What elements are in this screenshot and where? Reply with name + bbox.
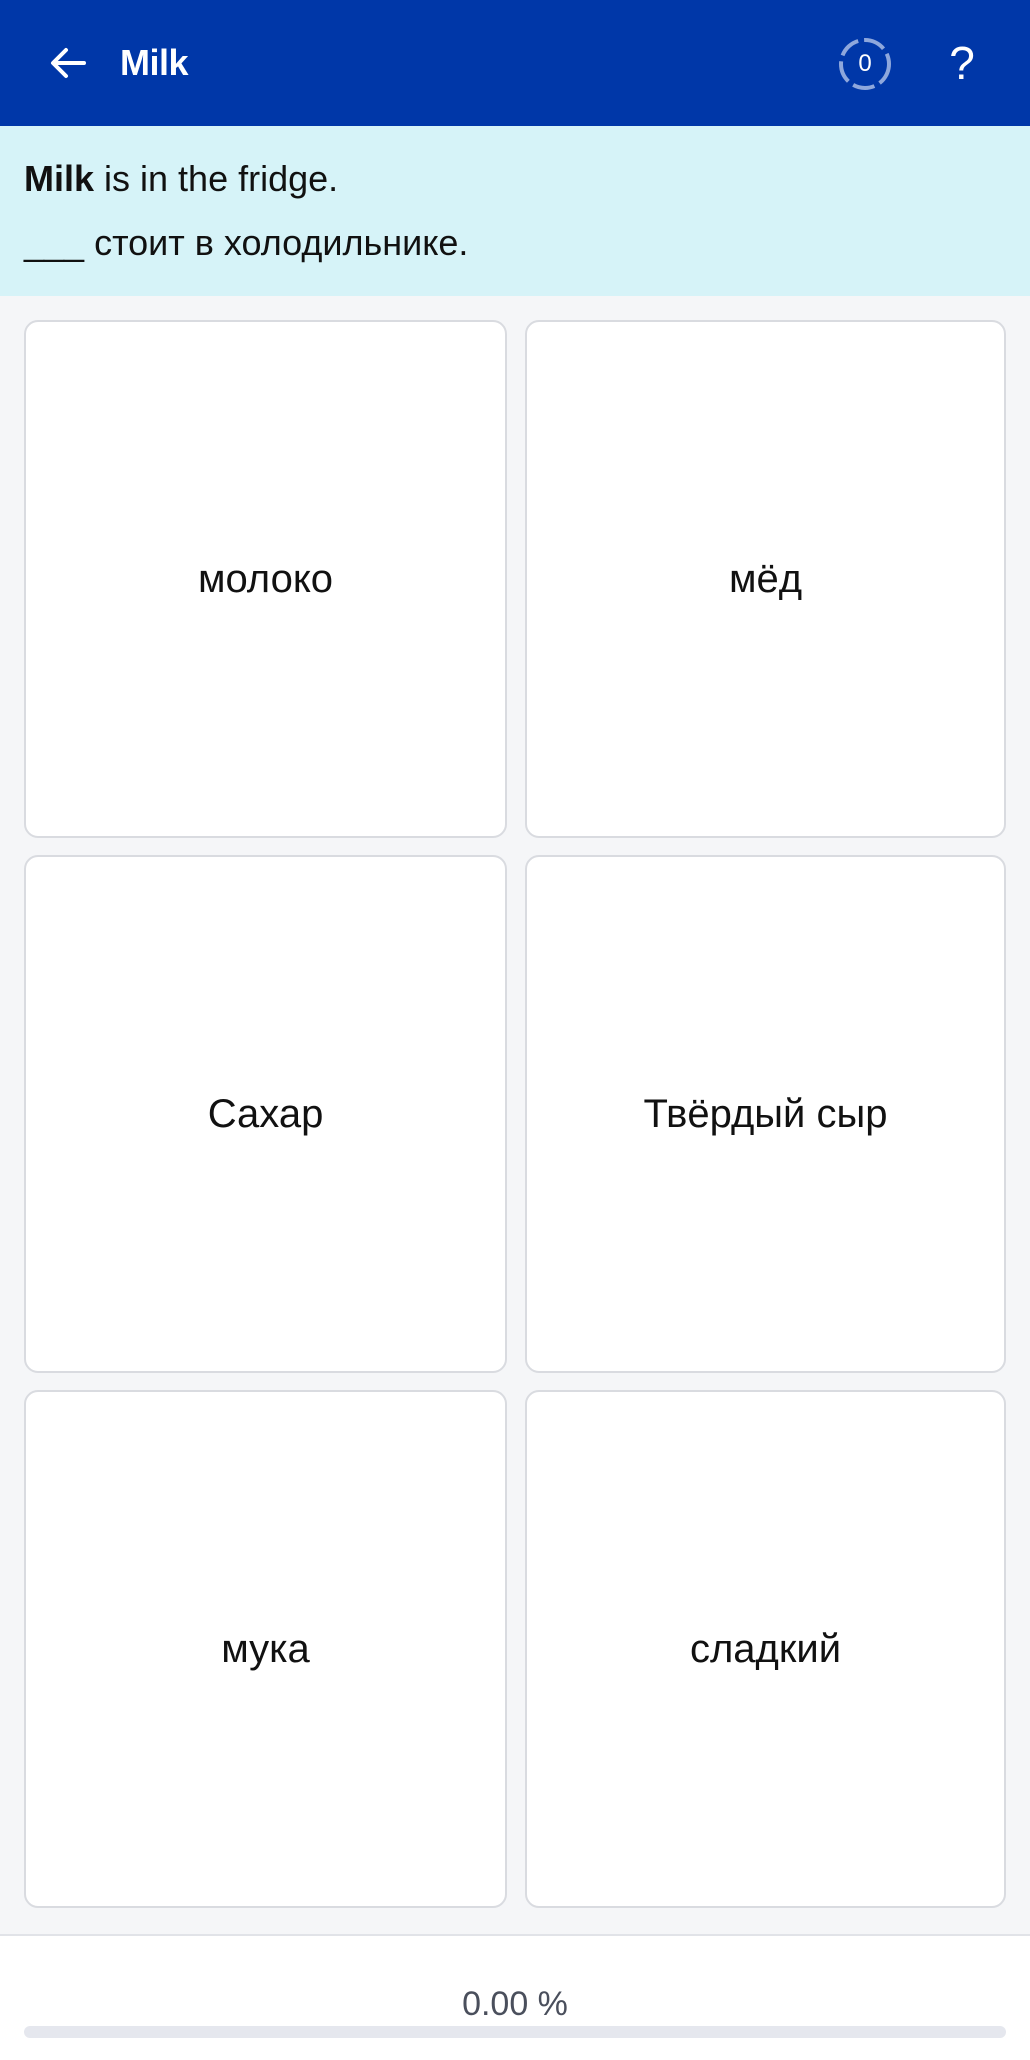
answer-option[interactable]: Твёрдый сыр [525,855,1006,1373]
progress-percent: 0.00 % [462,1985,568,2023]
back-button[interactable] [40,33,96,93]
top-app-bar: Milk 0 ? [0,0,1030,126]
sentence-rest: is in the fridge. [94,158,339,199]
answer-option[interactable]: мука [24,1390,507,1908]
translation-sentence: ___ стоит в холодильнике. [24,220,468,266]
page-title: Milk [120,42,189,83]
english-sentence: Milk is in the fridge. [24,156,338,202]
answer-option[interactable]: Сахар [24,855,507,1373]
progress-footer: 0.00 % [0,1934,1030,2060]
answer-option[interactable]: сладкий [525,1390,1006,1908]
help-button[interactable]: ? [934,32,990,94]
score-count: 0 [858,50,872,77]
target-word: Milk [24,158,95,199]
blank-placeholder: ___ [24,222,85,263]
arrow-left-icon [51,48,86,78]
answer-option[interactable]: мёд [525,320,1006,838]
progress-bar [24,2026,1006,2038]
translation-rest: стоит в холодильнике. [84,222,469,263]
question-panel: Milk is in the fridge. ___ стоит в холод… [0,126,1030,296]
quiz-screen: Milk 0 ? Milk is in the fridge. ___ стои… [0,0,1030,2060]
answer-options: молоко мёд Сахар Твёрдый сыр мука сладки… [24,320,1006,1908]
answer-option[interactable]: молоко [24,320,507,838]
score-counter[interactable]: 0 [837,36,893,92]
